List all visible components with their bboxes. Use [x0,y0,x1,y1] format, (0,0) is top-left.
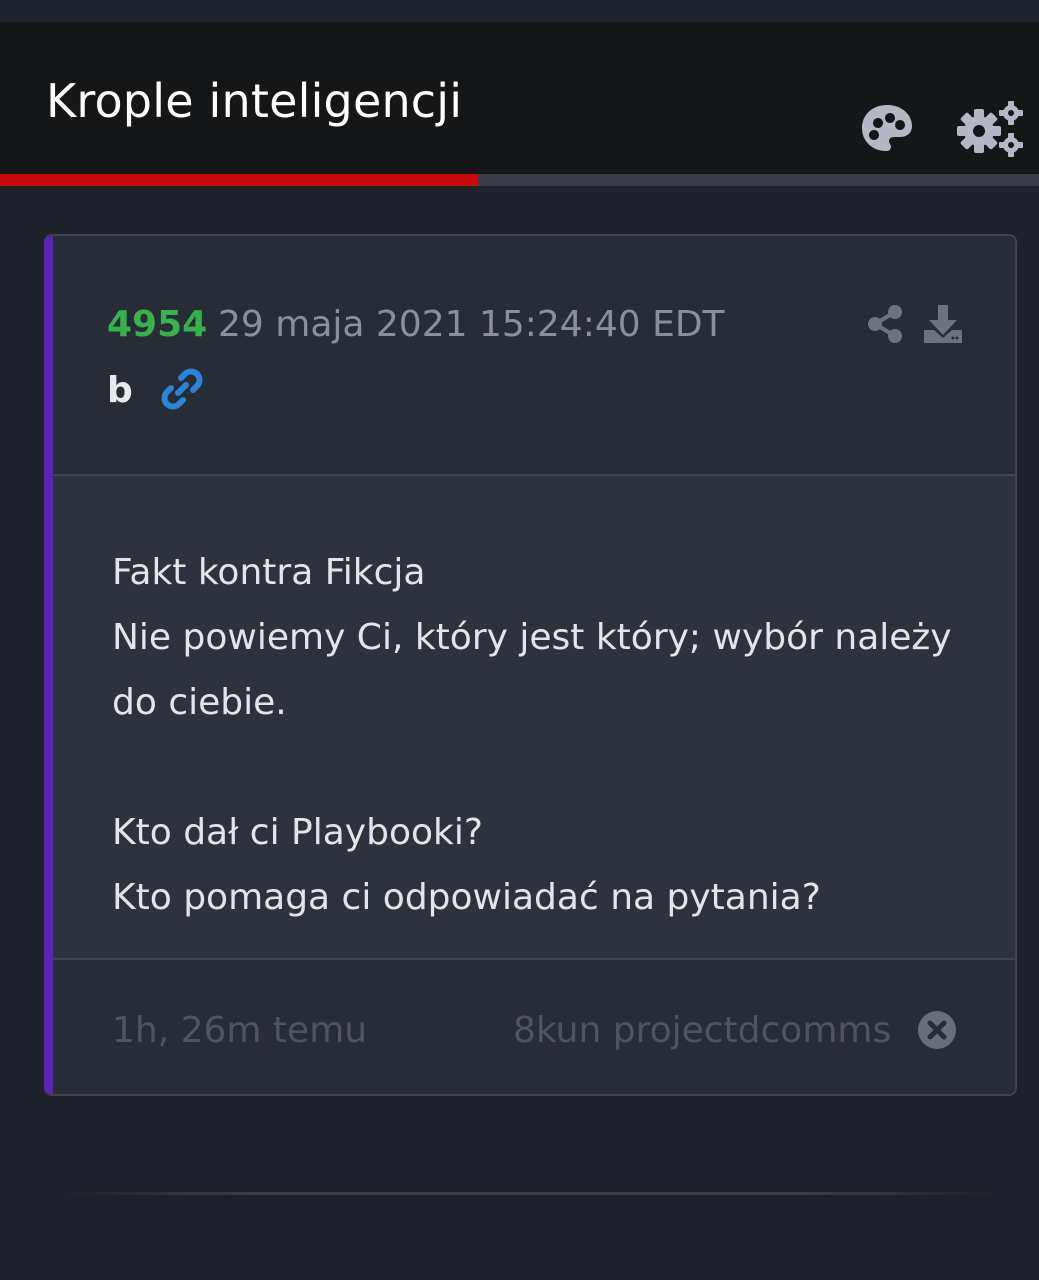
gears-icon [957,101,1023,157]
link-icon [161,368,203,410]
post-accent-bar [44,236,53,1094]
post-card: 4954 29 maja 2021 15:24:40 EDT b Fakt ko… [44,234,1017,1096]
app-header: Krople inteligencji [0,22,1039,174]
post-number[interactable]: 4954 [107,304,207,345]
settings-button[interactable] [954,98,1026,158]
post-footer: 1h, 26m temu 8kun projectdcomms [53,958,1015,1094]
reading-progress-bar [0,174,1039,186]
dismiss-button[interactable] [915,1008,959,1052]
post-body: Fakt kontra Fikcja Nie powiemy Ci, który… [53,476,1015,960]
app-title: Krople inteligencji [46,74,463,128]
download-button[interactable] [919,300,967,348]
download-icon [924,305,962,343]
post-text-line: Kto pomaga ci odpowiadać na pytania? [112,877,821,918]
post-link-button[interactable] [159,366,205,412]
share-button[interactable] [863,302,907,346]
post-text-line: Nie powiemy Ci, który jest który; wybór … [112,617,952,723]
theme-button[interactable] [858,100,916,156]
post-source: 8kun projectdcomms [513,1010,892,1051]
post-date: 29 maja 2021 15:24:40 EDT [218,304,725,345]
reading-progress-fill [0,174,478,186]
bottom-divider [60,1192,1000,1195]
post-text-line: Kto dał ci Playbooki? [112,812,483,853]
status-strip [0,0,1039,22]
post-text-line: Fakt kontra Fikcja [112,552,426,593]
share-icon [868,305,902,343]
board-label: b [107,370,133,411]
post-time-ago: 1h, 26m temu [112,1010,368,1051]
palette-icon [862,105,912,151]
post-header: 4954 29 maja 2021 15:24:40 EDT b [53,236,1015,476]
close-circle-icon [918,1011,956,1049]
